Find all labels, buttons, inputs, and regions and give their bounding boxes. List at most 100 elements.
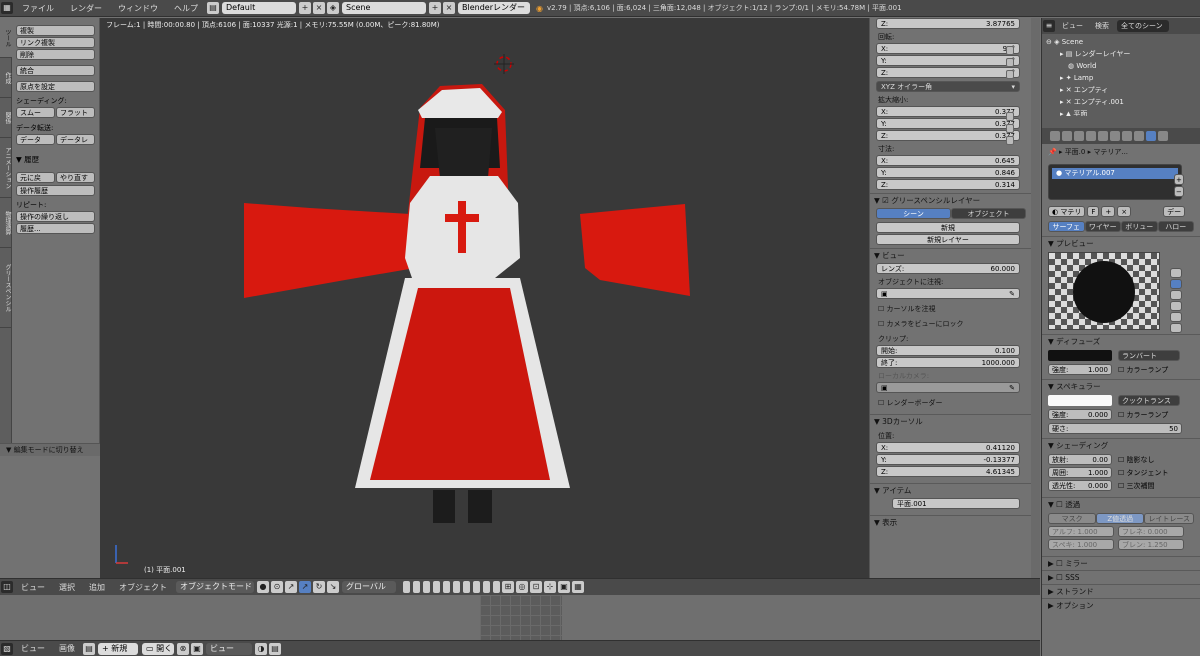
rotation-x-field[interactable]: X:90° xyxy=(876,43,1020,54)
redo-button[interactable]: やり直す xyxy=(56,172,95,183)
pivot-point-icon[interactable]: ⊙ xyxy=(271,581,283,593)
display-panel-header[interactable]: ▼ 表示 xyxy=(870,515,1031,529)
lock-icon[interactable] xyxy=(1006,112,1014,121)
duplicate-button[interactable]: 複製 xyxy=(16,25,95,36)
menu-object[interactable]: オブジェクト xyxy=(112,582,174,593)
snap-icon[interactable]: ⊡ xyxy=(530,581,542,593)
specular-intensity-field[interactable]: 強度: 0.000 xyxy=(1048,409,1112,420)
editor-type-icon[interactable]: ◫ xyxy=(1,581,13,593)
lock-icon[interactable] xyxy=(1006,124,1014,133)
new-image-button[interactable]: + 新規 xyxy=(98,642,138,655)
outliner-search-menu[interactable]: 検索 xyxy=(1089,21,1115,31)
diffuse-color-swatch[interactable] xyxy=(1048,350,1112,361)
sss-panel-header[interactable]: ▶ ☐ SSS xyxy=(1042,570,1200,584)
constraints-tab-icon[interactable] xyxy=(1110,131,1120,141)
view-mode-icon[interactable]: ▣ xyxy=(191,642,203,655)
remove-scene-icon[interactable]: × xyxy=(443,2,455,14)
layout-icon[interactable]: ▤ xyxy=(207,2,219,14)
menu-image[interactable]: 画像 xyxy=(52,643,82,654)
preview-cube-icon[interactable] xyxy=(1170,290,1182,300)
render-image-icon[interactable]: ▣ xyxy=(558,581,570,593)
gp-tab-object[interactable]: オブジェクト xyxy=(951,208,1026,219)
lock-camera-checkbox[interactable]: ☐ カメラをビューにロック xyxy=(878,319,1031,329)
new-material-icon[interactable]: + xyxy=(1101,206,1116,217)
flat-button[interactable]: フラット xyxy=(56,107,95,118)
tangent-checkbox[interactable]: ☐ タンジェント xyxy=(1118,468,1169,478)
translucency-field[interactable]: 透光性: 0.000 xyxy=(1048,480,1112,491)
fake-user-button[interactable]: F xyxy=(1087,206,1100,217)
lock-object-field[interactable]: ▣ ✎ xyxy=(876,288,1020,299)
remove-slot-icon[interactable]: − xyxy=(1174,186,1184,197)
undo-history-button[interactable]: 操作履歴 xyxy=(16,185,95,196)
undo-button[interactable]: 元に戻 xyxy=(16,172,55,183)
3d-cursor-panel-header[interactable]: ▼ 3Dカーソル xyxy=(870,414,1031,428)
outliner-editor-icon[interactable]: ≡ xyxy=(1043,20,1055,32)
data-layout-button[interactable]: データレ xyxy=(56,134,95,145)
lock-cursor-checkbox[interactable]: ☐ カーソルを注視 xyxy=(878,304,1031,314)
material-slot-list[interactable]: ● マテリアル.007 xyxy=(1048,164,1182,200)
hardness-field[interactable]: 硬さ: 50 xyxy=(1048,423,1182,434)
tab-physics[interactable]: 物理演算 xyxy=(0,198,12,248)
transp-ztransp-tab[interactable]: Z値透過 xyxy=(1096,513,1145,524)
last-operator-panel[interactable]: ▼ 編集モードに切り替え xyxy=(0,443,100,456)
shadeless-checkbox[interactable]: ☐ 陰影なし xyxy=(1118,455,1155,465)
npanel-scrollbar[interactable] xyxy=(1031,18,1040,578)
tab-surface[interactable]: サーフェ xyxy=(1048,221,1085,232)
cursor-z-field[interactable]: Z: 4.61345 xyxy=(876,466,1020,477)
add-layout-icon[interactable]: + xyxy=(299,2,311,14)
layer-buttons[interactable] xyxy=(402,581,501,593)
image-browse-icon[interactable]: ▤ xyxy=(83,642,95,655)
rotation-z-field[interactable]: Z:0° xyxy=(876,67,1020,78)
transp-mask-tab[interactable]: マスク xyxy=(1048,513,1097,524)
delete-button[interactable]: 削除 xyxy=(16,49,95,60)
tab-tools[interactable]: ツール xyxy=(0,18,12,58)
texture-tab-icon[interactable] xyxy=(1158,131,1168,141)
preview-panel-header[interactable]: ▼ プレビュー xyxy=(1042,236,1200,250)
object-tab-icon[interactable] xyxy=(1098,131,1108,141)
view-mode-select[interactable]: ビュー xyxy=(206,642,252,655)
mode-select[interactable]: オブジェクトモード xyxy=(176,581,254,593)
tab-relations[interactable]: 関係 xyxy=(0,98,12,138)
specular-color-swatch[interactable] xyxy=(1048,395,1112,406)
render-slot-icon[interactable]: ▤ xyxy=(269,642,281,655)
outliner-row-empty-001[interactable]: ▸ ✕ エンプティ.001 xyxy=(1046,96,1200,108)
manipulator-icon[interactable]: ↗ xyxy=(285,581,297,593)
scale-y-field[interactable]: Y: 0.377 xyxy=(876,118,1020,129)
display-channels-icon[interactable]: ◑ xyxy=(255,642,267,655)
data-button[interactable]: データ xyxy=(16,134,55,145)
lock-icon[interactable] xyxy=(1006,70,1014,79)
outliner-row-empty[interactable]: ▸ ✕ エンプティ xyxy=(1046,84,1200,96)
dimension-y-field[interactable]: Y: 0.846 xyxy=(876,167,1020,178)
transparency-panel-header[interactable]: ▼ ☐ 透過 xyxy=(1042,497,1200,511)
rotation-mode-select[interactable]: XYZ オイラー角 ▾ xyxy=(876,81,1020,92)
preview-sky-icon[interactable] xyxy=(1170,323,1182,333)
translate-icon[interactable]: ↗ xyxy=(299,581,311,593)
proportional-edit-icon[interactable]: ◎ xyxy=(516,581,528,593)
emit-field[interactable]: 放射: 0.00 xyxy=(1048,454,1112,465)
scene-tab-icon[interactable] xyxy=(1074,131,1084,141)
lock-layers-icon[interactable]: ⊞ xyxy=(502,581,514,593)
outliner-row-plane[interactable]: ▸ ▲ 平面 xyxy=(1046,108,1200,116)
material-browse-button[interactable]: ◐ マテリ xyxy=(1048,206,1086,217)
options-panel-header[interactable]: ▶ オプション xyxy=(1042,598,1200,612)
gp-new-button[interactable]: 新規 xyxy=(876,222,1020,233)
scale-x-field[interactable]: X: 0.377 xyxy=(876,106,1020,117)
ambient-field[interactable]: 周囲: 1.000 xyxy=(1048,467,1112,478)
menu-help[interactable]: ヘルプ xyxy=(166,3,206,14)
gp-new-layer-button[interactable]: 新規レイヤー xyxy=(876,234,1020,245)
tab-grease-pencil[interactable]: グリースペンシル xyxy=(0,248,12,328)
history-panel-header[interactable]: ▼ 履歴 xyxy=(16,154,95,165)
layers-tab-icon[interactable] xyxy=(1062,131,1072,141)
menu-window[interactable]: ウィンドウ xyxy=(110,3,166,14)
item-panel-header[interactable]: ▼ アイテム xyxy=(870,483,1031,497)
outliner-row-lamp[interactable]: ▸ ✦ Lamp xyxy=(1046,72,1200,84)
menu-view[interactable]: ビュー xyxy=(14,582,52,593)
render-anim-icon[interactable]: ▦ xyxy=(572,581,584,593)
render-engine-select[interactable]: Blenderレンダー xyxy=(458,2,530,14)
clip-start-field[interactable]: 開始: 0.100 xyxy=(876,345,1020,356)
strand-panel-header[interactable]: ▶ ストランド xyxy=(1042,584,1200,598)
preview-flat-icon[interactable] xyxy=(1170,268,1182,278)
duplicate-linked-button[interactable]: リンク複製 xyxy=(16,37,95,48)
world-tab-icon[interactable] xyxy=(1086,131,1096,141)
diffuse-ramp-checkbox[interactable]: ☐ カラーランプ xyxy=(1118,365,1168,375)
